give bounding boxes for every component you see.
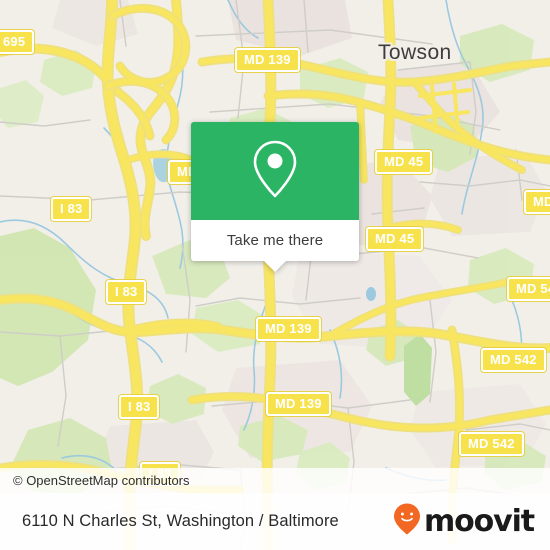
callout-tail bbox=[264, 261, 286, 272]
road-shield: MD 542 bbox=[507, 277, 550, 301]
attribution-text[interactable]: © OpenStreetMap contributors bbox=[0, 473, 190, 488]
road-shield: I 83 bbox=[119, 395, 160, 419]
moovit-wordmark: moovit bbox=[423, 503, 535, 539]
road-shield: MD 45 bbox=[366, 227, 424, 251]
road-shield: MD 542 bbox=[459, 432, 524, 456]
road-shield: MD bbox=[524, 190, 550, 214]
map-attribution-bar: © OpenStreetMap contributors bbox=[0, 468, 550, 493]
callout-icon-panel bbox=[191, 122, 359, 220]
map-pin-icon bbox=[249, 138, 301, 205]
road-shield: MD 139 bbox=[266, 392, 331, 416]
map-screen: Towson 695 MD 139 MD 45 MD I 83 MD MD 45… bbox=[0, 0, 550, 550]
road-shield: MD 139 bbox=[256, 317, 321, 341]
road-shield: MD 45 bbox=[375, 150, 433, 174]
take-me-there-label: Take me there bbox=[226, 232, 324, 249]
take-me-there-button[interactable]: Take me there bbox=[191, 220, 359, 272]
road-shield: I 83 bbox=[51, 197, 92, 221]
moovit-pin-smiley-icon bbox=[392, 502, 422, 541]
road-shield: I 83 bbox=[106, 280, 147, 304]
moovit-brand[interactable]: moovit bbox=[392, 502, 535, 541]
road-shield: 695 bbox=[0, 30, 35, 54]
road-shield: MD 542 bbox=[481, 348, 546, 372]
destination-callout[interactable]: Take me there bbox=[191, 122, 359, 272]
road-shield: MD 139 bbox=[235, 48, 300, 72]
address-label: 6110 N Charles St, Washington / Baltimor… bbox=[22, 512, 339, 530]
footer-bar: 6110 N Charles St, Washington / Baltimor… bbox=[0, 493, 550, 550]
